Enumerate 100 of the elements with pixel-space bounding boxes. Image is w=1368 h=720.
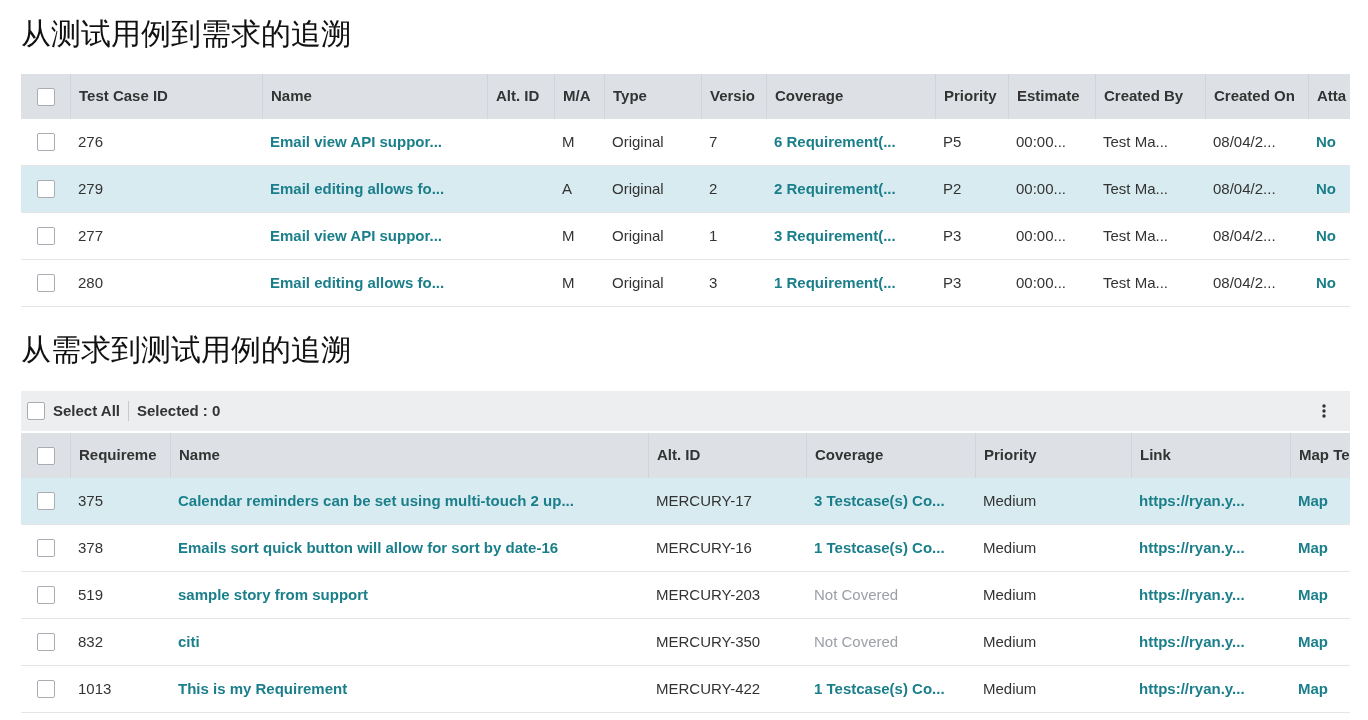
row-checkbox[interactable] bbox=[36, 680, 55, 698]
table-cell: Test Ma... bbox=[1103, 180, 1169, 197]
selected-count: Selected : 0 bbox=[137, 400, 221, 421]
table-cell: 832 bbox=[78, 633, 104, 650]
column-header[interactable]: Priority bbox=[944, 85, 997, 108]
table-cell: 3 bbox=[709, 274, 718, 291]
link[interactable]: Map bbox=[1298, 492, 1328, 509]
table-cell: 7 bbox=[709, 133, 718, 150]
column-header[interactable]: Name bbox=[271, 85, 312, 108]
link[interactable]: Map bbox=[1298, 680, 1328, 697]
select-all-label[interactable]: Select All bbox=[53, 399, 120, 423]
link[interactable]: https://ryan.y... bbox=[1139, 492, 1245, 509]
table-cell: MERCURY-422 bbox=[656, 680, 761, 697]
table-cell: 1013 bbox=[78, 680, 112, 697]
table-cell: 280 bbox=[78, 274, 104, 291]
column-header[interactable]: Alt. ID bbox=[496, 85, 540, 108]
table-cell: Original bbox=[612, 180, 664, 197]
link[interactable]: Calendar reminders can be set using multi-touch 2 up... bbox=[178, 492, 574, 509]
column-header[interactable]: Name bbox=[179, 444, 220, 467]
column-header[interactable]: Estimate bbox=[1017, 85, 1080, 108]
table-cell: Medium bbox=[983, 633, 1037, 650]
link[interactable]: citi bbox=[178, 633, 200, 650]
link[interactable]: 1 Requirement(... bbox=[774, 274, 896, 291]
table-cell: 1 bbox=[709, 227, 718, 244]
table-cell: 279 bbox=[78, 180, 104, 197]
link[interactable]: 3 Requirement(... bbox=[774, 227, 896, 244]
table-cell: A bbox=[562, 180, 572, 197]
row-checkbox[interactable] bbox=[36, 539, 55, 557]
column-header[interactable]: Atta bbox=[1317, 85, 1347, 108]
row-checkbox[interactable] bbox=[36, 274, 55, 292]
row-checkbox[interactable] bbox=[36, 586, 55, 604]
column-header[interactable]: Coverage bbox=[775, 85, 844, 108]
link[interactable]: This is my Requirement bbox=[178, 680, 348, 697]
table-cell: 08/04/2... bbox=[1213, 133, 1276, 150]
table-cell: Medium bbox=[983, 586, 1037, 603]
column-header[interactable]: Coverage bbox=[815, 444, 884, 467]
link[interactable]: No bbox=[1316, 133, 1336, 150]
column-header[interactable]: Map Te bbox=[1299, 444, 1350, 467]
column-header[interactable]: Versio bbox=[710, 85, 756, 108]
table-row[interactable]: 375 Calendar reminders can be set using multi-touch 2 up... MERCURY-17 3 Testcase(s) Co... Medium https://ryan.y... Map bbox=[21, 478, 1350, 525]
link[interactable]: https://ryan.y... bbox=[1139, 633, 1245, 650]
table-cell: Test Ma... bbox=[1103, 274, 1169, 291]
select-all-checkbox[interactable] bbox=[36, 87, 55, 106]
table-cell: P5 bbox=[943, 133, 962, 150]
section-title: 从测试用例到需求的追溯 bbox=[21, 19, 351, 49]
table-cell: 375 bbox=[78, 492, 104, 509]
table-cell: Test Ma... bbox=[1103, 133, 1169, 150]
table-row[interactable]: 279 Email editing allows fo... A Original 2 2 Requirement(... P2 00:00... Test Ma... 08/04/2... No bbox=[21, 166, 1350, 213]
table-cell: 276 bbox=[78, 133, 104, 150]
table-cell: 378 bbox=[78, 539, 104, 556]
column-header[interactable]: Created By bbox=[1104, 85, 1184, 108]
row-checkbox[interactable] bbox=[36, 227, 55, 245]
table-cell: Original bbox=[612, 133, 664, 150]
table-cell: MERCURY-17 bbox=[656, 492, 752, 509]
table-cell: Not Covered bbox=[814, 586, 899, 603]
table-cell: M bbox=[562, 227, 575, 244]
more-options-icon[interactable] bbox=[1322, 404, 1326, 418]
column-header[interactable]: Link bbox=[1140, 444, 1171, 467]
table-cell: P3 bbox=[943, 227, 962, 244]
link[interactable]: 1 Testcase(s) Co... bbox=[814, 539, 945, 556]
table-cell: Not Covered bbox=[814, 633, 899, 650]
column-header[interactable]: Alt. ID bbox=[657, 444, 701, 467]
column-header[interactable]: Priority bbox=[984, 444, 1037, 467]
row-checkbox[interactable] bbox=[36, 133, 55, 151]
link[interactable]: Map bbox=[1298, 633, 1328, 650]
link[interactable]: No bbox=[1316, 180, 1336, 197]
column-header[interactable]: M/A bbox=[563, 85, 591, 108]
link[interactable]: 2 Requirement(... bbox=[774, 180, 896, 197]
table-cell: P2 bbox=[943, 180, 962, 197]
table-cell: M bbox=[562, 274, 575, 291]
row-checkbox[interactable] bbox=[36, 633, 55, 651]
select-all-checkbox[interactable] bbox=[36, 446, 55, 465]
column-header[interactable]: Requireme bbox=[79, 444, 157, 467]
link[interactable]: Map bbox=[1298, 586, 1328, 603]
row-checkbox[interactable] bbox=[36, 492, 55, 510]
link[interactable]: Email editing allows fo... bbox=[270, 274, 445, 291]
link[interactable]: sample story from support bbox=[178, 586, 369, 603]
table-cell: 08/04/2... bbox=[1213, 180, 1276, 197]
link[interactable]: No bbox=[1316, 227, 1336, 244]
select-all-checkbox[interactable] bbox=[27, 402, 45, 420]
link[interactable]: 3 Testcase(s) Co... bbox=[814, 492, 945, 509]
link[interactable]: Email view API suppor... bbox=[270, 133, 442, 150]
table-cell: Medium bbox=[983, 680, 1037, 697]
table-cell: 519 bbox=[78, 586, 104, 603]
link[interactable]: https://ryan.y... bbox=[1139, 680, 1245, 697]
link[interactable]: Emails sort quick button will allow for sort by date-16 bbox=[178, 539, 559, 556]
link[interactable]: Email editing allows fo... bbox=[270, 180, 445, 197]
link[interactable]: No bbox=[1316, 274, 1336, 291]
table-cell: Medium bbox=[983, 492, 1037, 509]
row-checkbox[interactable] bbox=[36, 180, 55, 198]
column-header[interactable]: Test Case ID bbox=[79, 85, 168, 108]
link[interactable]: 1 Testcase(s) Co... bbox=[814, 680, 945, 697]
column-header[interactable]: Created On bbox=[1214, 85, 1295, 108]
column-header[interactable]: Type bbox=[613, 85, 647, 108]
link[interactable]: https://ryan.y... bbox=[1139, 539, 1245, 556]
link[interactable]: 6 Requirement(... bbox=[774, 133, 896, 150]
link[interactable]: https://ryan.y... bbox=[1139, 586, 1245, 603]
table-cell: 00:00... bbox=[1016, 133, 1067, 150]
link[interactable]: Email view API suppor... bbox=[270, 227, 442, 244]
link[interactable]: Map bbox=[1298, 539, 1328, 556]
